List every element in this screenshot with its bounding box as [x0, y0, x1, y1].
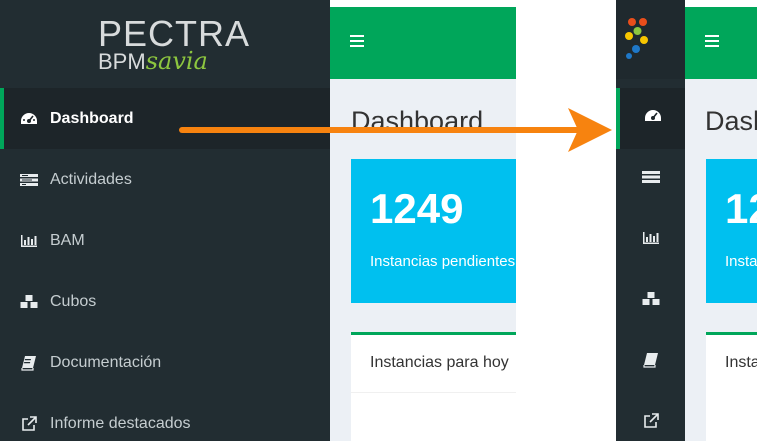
- mini-item-documentacion[interactable]: [616, 332, 685, 393]
- mini-item-dashboard[interactable]: [616, 88, 685, 149]
- sidebar: PECTRA BPMsavia Dashboard Actividades BA…: [0, 0, 330, 441]
- bar-chart-icon: [18, 231, 40, 251]
- collapsed-topbar: [685, 7, 757, 79]
- external-link-icon: [643, 413, 659, 434]
- mini-item-informe-destacados[interactable]: [616, 393, 685, 441]
- bar-chart-icon: [642, 231, 660, 250]
- sidebar-item-dashboard[interactable]: Dashboard: [0, 88, 330, 149]
- info-box-pending[interactable]: 1249 Instancias pendientes: [351, 159, 516, 303]
- tasks-icon: [641, 170, 660, 189]
- info-box-label: Instancias: [725, 253, 757, 270]
- sidebar-item-label: Cubos: [50, 292, 97, 310]
- page-title: Dashboard: [351, 106, 484, 136]
- sidebar-item-bam[interactable]: BAM: [0, 210, 330, 271]
- sidebar-menu: Dashboard Actividades BAM Cubos Document…: [0, 88, 330, 441]
- box-title: Instancias: [725, 354, 757, 371]
- sidebar-item-documentacion[interactable]: Documentación: [0, 332, 330, 393]
- sidebar-item-cubos[interactable]: Cubos: [0, 271, 330, 332]
- collapsed-main-content: Dashboard 1249 Instancias Instancias: [685, 79, 757, 441]
- screenshot-stage: PECTRA BPMsavia Dashboard Actividades BA…: [0, 0, 757, 441]
- cubes-icon: [641, 291, 661, 312]
- mini-sidebar: [616, 0, 685, 441]
- mini-item-cubos[interactable]: [616, 271, 685, 332]
- book-icon: [642, 352, 659, 373]
- cubes-icon: [18, 292, 40, 312]
- info-box-label: Instancias pendientes: [370, 253, 516, 270]
- sidebar-item-actividades[interactable]: Actividades: [0, 149, 330, 210]
- page-title: Dashboard: [705, 106, 757, 136]
- sidebar-item-label: BAM: [50, 231, 85, 249]
- expanded-view: PECTRA BPMsavia Dashboard Actividades BA…: [0, 0, 516, 441]
- pectra-mini-logo-icon: [625, 18, 648, 59]
- external-link-icon: [18, 414, 40, 434]
- box-title: Instancias para hoy: [370, 354, 509, 371]
- sidebar-item-informe-destacados[interactable]: Informe destacados: [0, 393, 330, 441]
- sidebar-item-label: Documentación: [50, 353, 162, 371]
- logo-subtitle-accent: savia: [145, 47, 208, 75]
- dashboard-icon: [644, 109, 662, 128]
- info-box-value: 1249: [725, 185, 757, 232]
- hamburger-menu-icon[interactable]: [705, 35, 719, 47]
- hamburger-menu-icon[interactable]: [350, 35, 364, 47]
- logo-subtitle: BPMsavia: [98, 47, 208, 75]
- logo-subtitle-prefix: BPM: [98, 49, 146, 74]
- instances-box: Instancias para hoy: [351, 332, 516, 441]
- book-icon: [18, 353, 40, 373]
- sidebar-item-label: Informe destacados: [50, 414, 191, 432]
- mini-logo[interactable]: [616, 0, 685, 79]
- mini-item-actividades[interactable]: [616, 149, 685, 210]
- mini-sidebar-menu: [616, 88, 685, 441]
- box-header: Instancias para hoy: [351, 335, 516, 393]
- collapsed-view: Dashboard 1249 Instancias Instancias: [616, 0, 757, 441]
- dashboard-icon: [18, 109, 40, 129]
- mini-item-bam[interactable]: [616, 210, 685, 271]
- tasks-icon: [18, 170, 40, 190]
- brand-logo[interactable]: PECTRA BPMsavia: [0, 0, 330, 86]
- sidebar-item-label: Actividades: [50, 170, 132, 188]
- main-content: Dashboard 1249 Instancias pendientes Ins…: [330, 79, 516, 441]
- topbar: [330, 7, 516, 79]
- info-box-pending[interactable]: 1249 Instancias: [706, 159, 757, 303]
- instances-box: Instancias: [706, 332, 757, 441]
- sidebar-item-label: Dashboard: [50, 109, 134, 127]
- info-box-value: 1249: [370, 185, 464, 232]
